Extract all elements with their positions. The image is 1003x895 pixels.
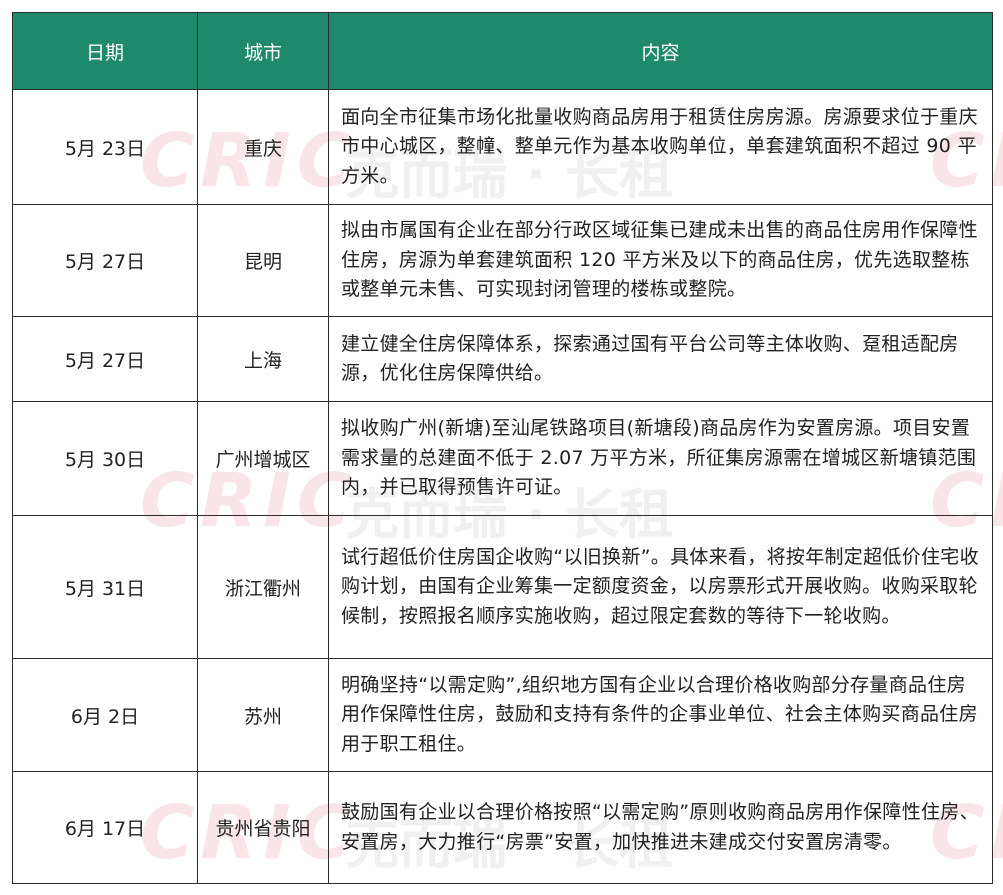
cell-date: 5月 27日 [12,316,198,402]
cell-date: 6月 2日 [12,658,198,772]
cell-content: 面向全市征集市场化批量收购商品房用于租赁住房房源。房源要求位于重庆市中心城区，整… [328,89,993,205]
table-row: 5月 23日 重庆 面向全市征集市场化批量收购商品房用于租赁住房房源。房源要求位… [12,89,993,205]
cell-city: 昆明 [197,204,329,317]
table-row: 5月 27日 上海 建立健全住房保障体系，探索通过国有平台公司等主体收购、趸租适… [12,316,993,402]
cell-content: 拟收购广州(新塘)至汕尾铁路项目(新塘段)商品房作为安置房源。项目安置需求量的总… [328,401,993,516]
cell-content: 拟由市属国有企业在部分行政区域征集已建成未出售的商品住房用作保障性住房，房源为单… [328,204,993,317]
cell-date: 5月 27日 [12,204,198,317]
cell-content: 试行超低价住房国企收购“以旧换新”。具体来看，将按年制定超低价住宅收购计划，由国… [328,515,993,659]
table-row: 6月 17日 贵州省贵阳 鼓励国有企业以合理价格按照“以需定购”原则收购商品房用… [12,771,993,884]
cell-date: 5月 30日 [12,401,198,516]
policy-table: 日期 城市 内容 5月 23日 重庆 面向全市征集市场化批量收购商品房用于租赁住… [12,12,993,884]
table-row: 5月 30日 广州增城区 拟收购广州(新塘)至汕尾铁路项目(新塘段)商品房作为安… [12,401,993,516]
cell-city: 苏州 [197,658,329,772]
cell-city: 上海 [197,316,329,402]
table-row: 6月 2日 苏州 明确坚持“以需定购”,组织地方国有企业以合理价格收购部分存量商… [12,658,993,772]
header-city: 城市 [197,12,329,90]
cell-content: 鼓励国有企业以合理价格按照“以需定购”原则收购商品房用作保障性住房、安置房，大力… [328,771,993,884]
cell-date: 5月 23日 [12,89,198,205]
cell-city: 浙江衢州 [197,515,329,659]
policy-table-container: 日期 城市 内容 5月 23日 重庆 面向全市征集市场化批量收购商品房用于租赁住… [12,12,993,884]
cell-city: 广州增城区 [197,401,329,516]
cell-date: 6月 17日 [12,771,198,884]
cell-date: 5月 31日 [12,515,198,659]
header-content: 内容 [328,12,993,90]
cell-city: 重庆 [197,89,329,205]
cell-city: 贵州省贵阳 [197,771,329,884]
table-row: 5月 27日 昆明 拟由市属国有企业在部分行政区域征集已建成未出售的商品住房用作… [12,204,993,317]
table-row: 5月 31日 浙江衢州 试行超低价住房国企收购“以旧换新”。具体来看，将按年制定… [12,515,993,659]
cell-content: 明确坚持“以需定购”,组织地方国有企业以合理价格收购部分存量商品住房用作保障性住… [328,658,993,772]
table-header-row: 日期 城市 内容 [12,12,993,90]
cell-content: 建立健全住房保障体系，探索通过国有平台公司等主体收购、趸租适配房源，优化住房保障… [328,316,993,402]
header-date: 日期 [12,12,198,90]
